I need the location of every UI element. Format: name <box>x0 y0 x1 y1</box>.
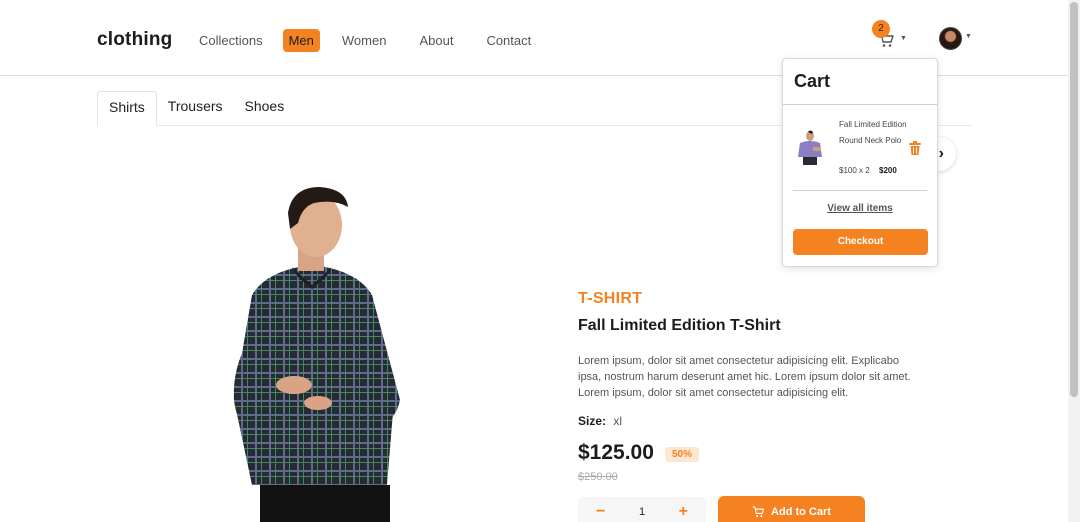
scrollbar-thumb[interactable] <box>1070 2 1078 397</box>
view-all-items-link[interactable]: View all items <box>783 203 937 214</box>
cart-dropdown: Cart Fall Limited Edition Round Neck Pol… <box>782 58 938 267</box>
nav-contact[interactable]: Contact <box>475 29 542 52</box>
cart-item-name: Fall Limited Edition Round Neck Polo <box>839 120 907 145</box>
divider <box>793 190 927 191</box>
original-price: $250.00 <box>578 471 618 483</box>
divider <box>783 104 937 105</box>
product-title: Fall Limited Edition T-Shirt <box>578 317 781 334</box>
tab-trousers[interactable]: Trousers <box>157 91 234 126</box>
discount-badge: 50% <box>665 447 700 462</box>
cart-title: Cart <box>794 71 831 91</box>
product-price: $125.00 <box>578 441 654 464</box>
quantity-value[interactable]: 1 <box>639 506 645 518</box>
trash-icon[interactable] <box>909 141 921 155</box>
scrollbar[interactable] <box>1068 0 1080 522</box>
cart-icon <box>752 506 765 517</box>
tab-shoes[interactable]: Shoes <box>234 91 296 126</box>
nav-women[interactable]: Women <box>331 29 398 52</box>
add-to-cart-label: Add to Cart <box>771 506 831 518</box>
caret-down-icon: ▼ <box>965 33 972 40</box>
checkout-button[interactable]: Checkout <box>793 229 928 255</box>
cart-item-image <box>795 129 825 165</box>
quantity-increase-button[interactable]: + <box>679 503 688 521</box>
size-label: Size: <box>578 414 607 428</box>
caret-down-icon: ▼ <box>900 35 907 42</box>
chevron-right-icon: › <box>938 145 944 162</box>
size-value: xl <box>613 414 623 428</box>
main-nav: Collections Men Women About Contact <box>188 29 553 52</box>
quantity-stepper: − 1 + <box>578 497 706 522</box>
quantity-decrease-button[interactable]: − <box>596 503 605 521</box>
cart-count-badge: 2 <box>872 20 890 38</box>
logo[interactable]: clothing <box>97 29 172 51</box>
product-description: Lorem ipsum, dolor sit amet consectetur … <box>578 355 911 399</box>
tab-shirts[interactable]: Shirts <box>97 91 157 126</box>
cart-button[interactable]: 2 ▼ <box>872 20 909 50</box>
user-menu-button[interactable]: ▼ <box>939 27 973 51</box>
cart-item-total: $200 <box>879 166 897 175</box>
cart-item-quantity: $100 x 2 <box>839 166 870 175</box>
add-to-cart-button[interactable]: Add to Cart <box>718 496 865 522</box>
nav-collections[interactable]: Collections <box>188 29 274 52</box>
size-row: Size: xl <box>578 414 622 428</box>
product-category: T-SHIRT <box>578 290 643 307</box>
product-image <box>233 187 400 522</box>
avatar <box>939 27 962 50</box>
nav-about[interactable]: About <box>408 29 464 52</box>
nav-men[interactable]: Men <box>282 29 320 52</box>
